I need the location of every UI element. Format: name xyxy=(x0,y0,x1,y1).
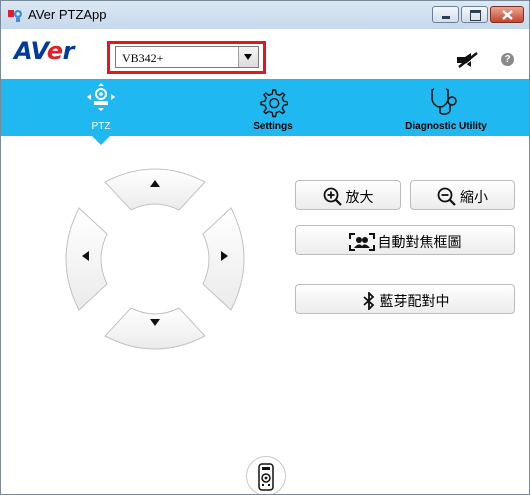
camera-model-value: VB342+ xyxy=(122,51,164,65)
pan-right-button[interactable] xyxy=(202,207,245,311)
ptz-direction-pad xyxy=(61,164,249,354)
chevron-down-icon[interactable] xyxy=(238,47,258,67)
remote-control-button[interactable] xyxy=(246,456,286,494)
tab-settings-label: Settings xyxy=(253,121,293,132)
tab-ptz-label: PTZ xyxy=(91,121,111,132)
tab-settings[interactable]: Settings xyxy=(241,79,305,136)
auto-frame-icon xyxy=(348,233,375,251)
aver-logo: AVer xyxy=(14,37,74,65)
zoom-in-label: 放大 xyxy=(345,189,374,205)
ptz-icon xyxy=(87,83,115,111)
nav-bar: PTZ Settings Diagnostic Utility xyxy=(1,79,529,136)
bluetooth-label: 藍芽配對中 xyxy=(379,293,450,309)
camera-off-icon[interactable] xyxy=(457,52,479,68)
gear-icon xyxy=(260,89,288,118)
help-icon[interactable]: ? xyxy=(501,53,514,66)
zoom-in-button[interactable]: 放大 xyxy=(295,180,401,210)
pan-left-button[interactable] xyxy=(65,207,108,311)
close-icon xyxy=(502,10,513,20)
tab-diagnostic-label: Diagnostic Utility xyxy=(405,121,487,132)
maximize-button[interactable] xyxy=(461,6,488,23)
auto-frame-button[interactable]: 自動對焦框圖 xyxy=(295,225,515,255)
pan-down-button[interactable] xyxy=(104,307,206,350)
zoom-in-icon xyxy=(323,187,342,206)
bluetooth-icon xyxy=(362,290,374,312)
app-window: AVer PTZApp AVer VB342+ ? PTZ Settings D… xyxy=(0,0,530,495)
title-bar: AVer PTZApp xyxy=(1,1,529,29)
stethoscope-icon xyxy=(431,88,457,115)
pan-up-button[interactable] xyxy=(104,168,206,211)
window-title: AVer PTZApp xyxy=(28,7,107,22)
bluetooth-pairing-button[interactable]: 藍芽配對中 xyxy=(295,284,515,314)
camera-model-dropdown[interactable]: VB342+ xyxy=(115,46,259,68)
minimize-button[interactable] xyxy=(432,6,459,23)
remote-control-icon xyxy=(258,463,274,491)
zoom-out-label: 縮小 xyxy=(460,189,488,205)
tab-ptz[interactable]: PTZ xyxy=(76,79,126,136)
zoom-out-icon xyxy=(437,187,456,206)
zoom-out-button[interactable]: 縮小 xyxy=(410,180,515,210)
close-button[interactable] xyxy=(490,6,524,23)
tab-diagnostic-utility[interactable]: Diagnostic Utility xyxy=(391,79,501,136)
app-header: AVer VB342+ ? xyxy=(1,29,529,79)
app-camera-icon xyxy=(8,10,22,22)
auto-frame-label: 自動對焦框圖 xyxy=(377,234,462,250)
active-tab-pointer xyxy=(92,136,110,145)
